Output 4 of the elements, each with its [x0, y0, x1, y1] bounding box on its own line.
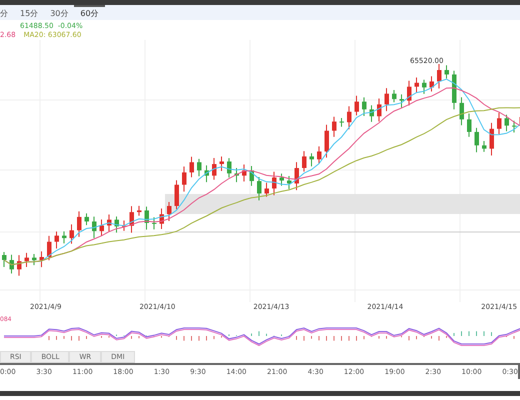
timeframe-tab[interactable]: 60分	[74, 5, 105, 20]
timeframe-tab[interactable]: 15分	[14, 5, 44, 20]
timeframe-tab[interactable]: 30分	[44, 5, 74, 20]
timeframe-tab[interactable]: 分	[0, 5, 14, 20]
